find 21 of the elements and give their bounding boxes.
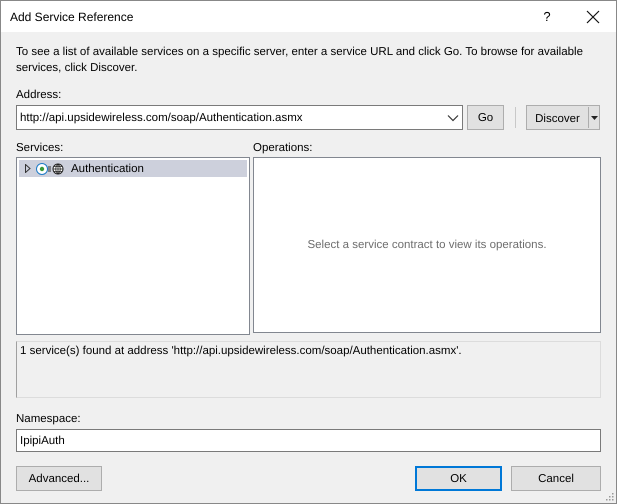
status-text: 1 service(s) found at address 'http://api.upsidewireless.com/soap/Authentication.asmx'. [20, 345, 462, 357]
operations-label: Operations: [253, 141, 314, 155]
dialog-button[interactable]: OK [415, 466, 502, 491]
window-title: Add Service Reference [10, 10, 134, 24]
tree-item[interactable]: Authentication [19, 160, 247, 177]
namespace-label: Namespace: [16, 412, 82, 426]
resize-grip-icon[interactable] [606, 493, 614, 501]
empty-state-text: Select a service contract to view its operations. [307, 239, 547, 251]
service-globe-icon [35, 162, 65, 176]
dropdown-arrow-icon [590, 116, 598, 120]
close-icon [586, 10, 600, 24]
discover-split-button[interactable]: Discover [526, 105, 600, 130]
namespace-field[interactable]: IpipiAuth [16, 429, 601, 452]
address-label: Address: [16, 88, 62, 102]
dialog-button[interactable]: Cancel [511, 466, 601, 491]
dialog-button[interactable]: Advanced... [16, 466, 102, 491]
go-button[interactable]: Go [467, 105, 504, 130]
instruction-text: To see a list of available services on a specific server, enter a service URL and click Go. To browse for available services, click Discover. [16, 45, 584, 76]
help-button[interactable]: ? [524, 1, 570, 32]
expand-arrow-icon [25, 164, 31, 173]
services-label: Services: [16, 141, 64, 155]
